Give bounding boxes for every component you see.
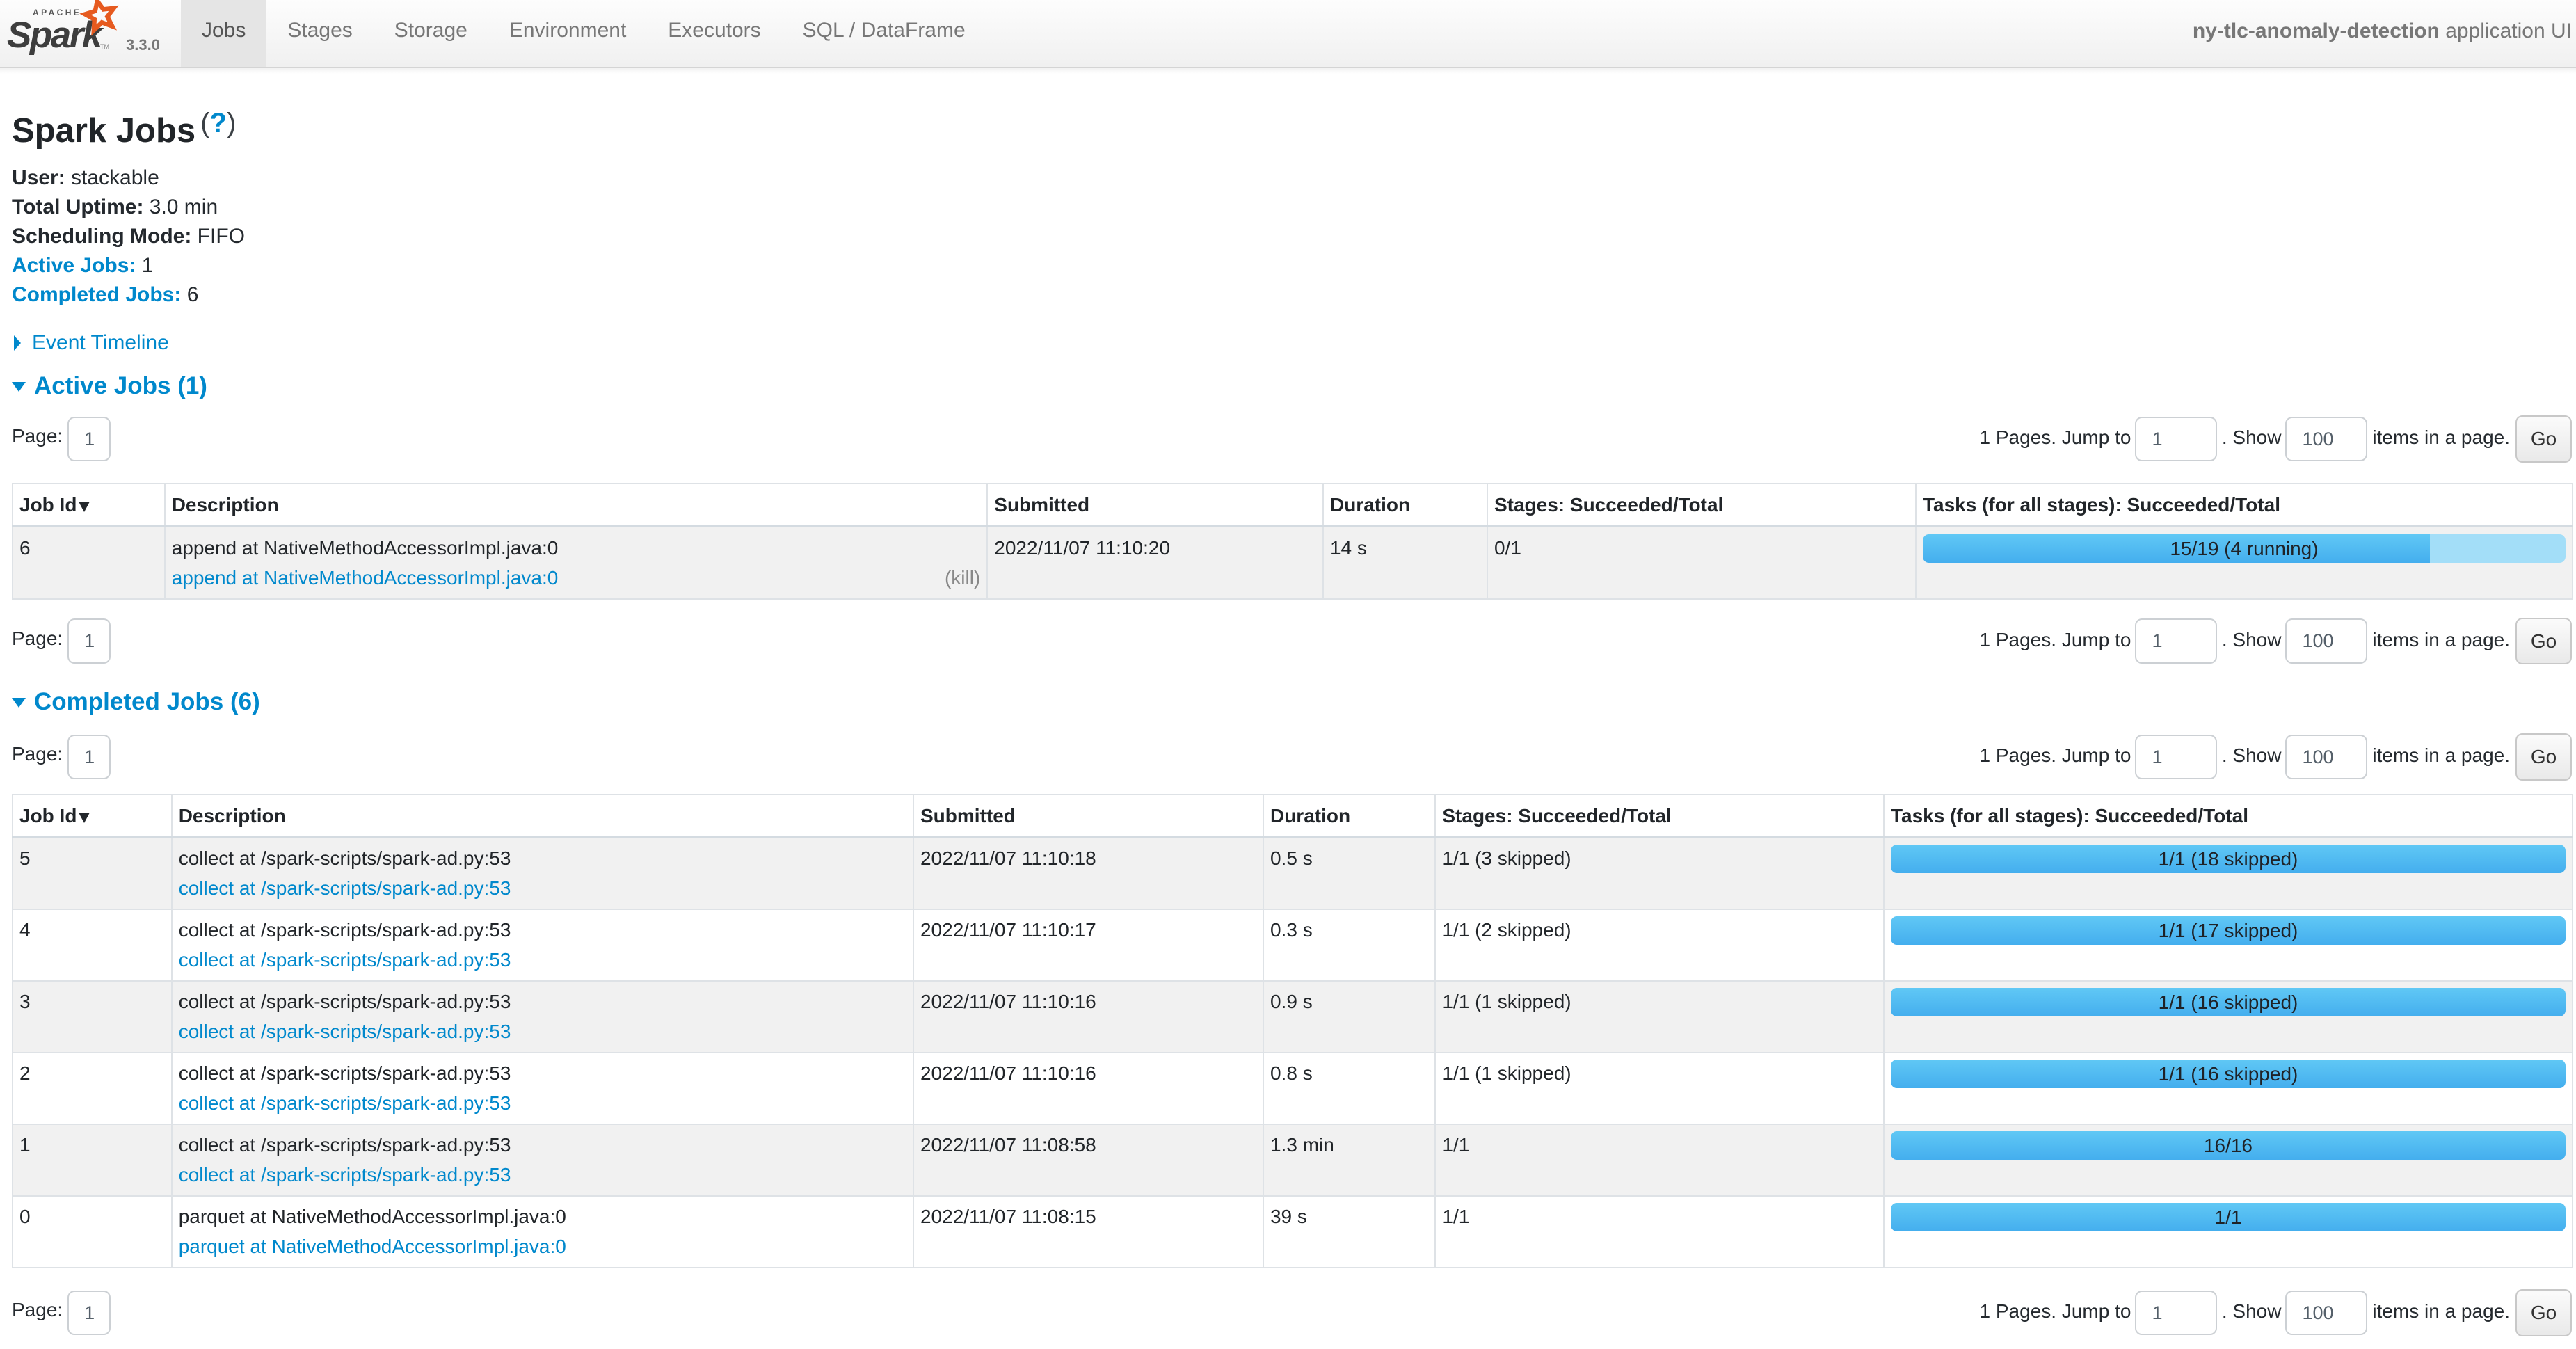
svg-text:TM: TM xyxy=(100,43,109,50)
svg-text:Spark: Spark xyxy=(7,15,104,56)
